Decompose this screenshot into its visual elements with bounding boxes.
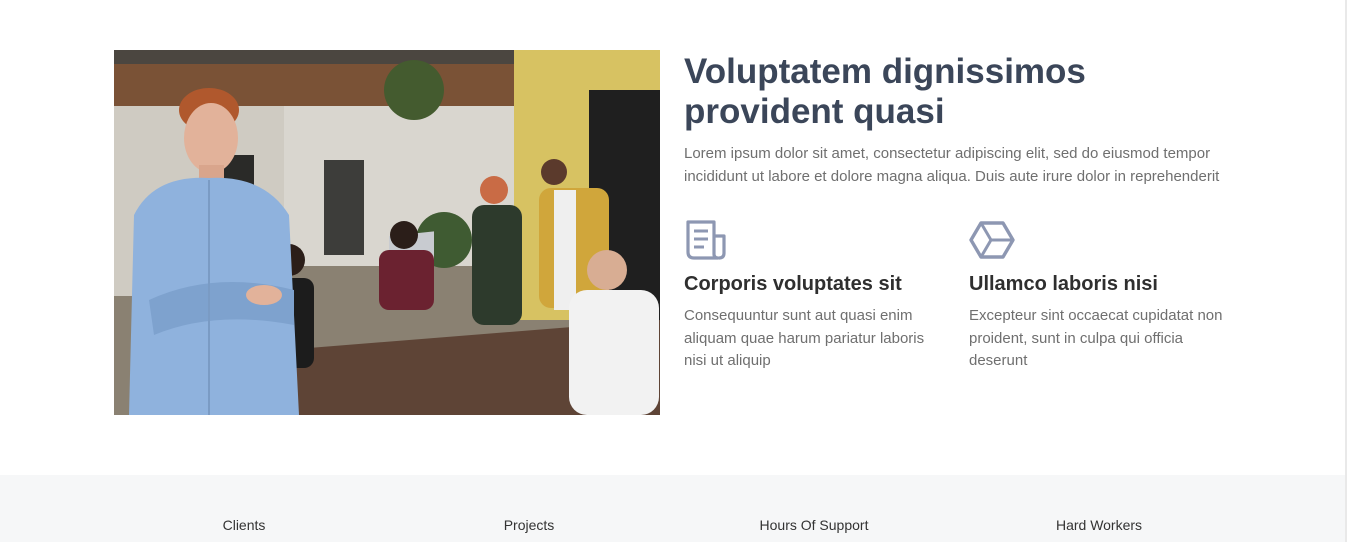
about-content: Voluptatem dignissimos provident quasi L… — [684, 50, 1244, 369]
receipt-icon — [686, 220, 726, 260]
count-label-hours-of-support: Hours Of Support — [759, 517, 869, 533]
about-lead-text: Lorem ipsum dolor sit amet, consectetur … — [684, 145, 1220, 185]
count-label-clients: Clients — [222, 517, 266, 533]
count-label-hard-workers: Hard Workers — [1055, 517, 1143, 533]
about-section: Voluptatem dignissimos provident quasi L… — [114, 50, 1234, 415]
about-title: Voluptatem dignissimos provident quasi — [684, 52, 1086, 131]
team-photo-illustration — [114, 50, 660, 415]
feature-item: Corporis voluptates sit Consequuntur sun… — [684, 218, 944, 373]
feature-item: Ullamco laboris nisi Excepteur sint occa… — [969, 218, 1229, 373]
counts-section: Clients Projects Hours Of Support Hard W… — [0, 475, 1345, 542]
count-label-projects: Projects — [503, 517, 555, 533]
cube-icon — [969, 221, 1015, 259]
feature-title: Ullamco laboris nisi — [969, 273, 1158, 295]
team-photo — [114, 50, 660, 415]
feature-title: Corporis voluptates sit — [684, 273, 902, 295]
feature-text: Excepteur sint occaecat cupidatat non pr… — [969, 307, 1223, 369]
feature-text: Consequuntur sunt aut quasi enim aliquam… — [684, 307, 925, 369]
